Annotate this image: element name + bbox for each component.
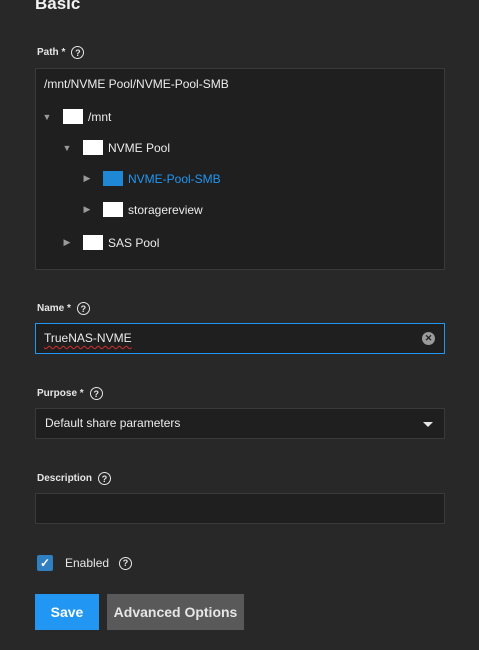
section-title: Basic <box>35 0 81 13</box>
purpose-help-icon[interactable]: ? <box>89 387 103 400</box>
enabled-row: ✓ Enabled ? <box>37 555 133 571</box>
smb-share-form: Basic Path * ? /mnt/NVME Pool/NVME-Pool-… <box>0 0 479 650</box>
folder-icon <box>63 109 83 124</box>
folder-icon <box>83 235 103 250</box>
path-input[interactable]: /mnt/NVME Pool/NVME-Pool-SMB <box>35 68 445 101</box>
checkmark-icon: ✓ <box>39 556 51 570</box>
tree-node-nvme-pool-smb[interactable]: ▶ NVME-Pool-SMB <box>81 171 221 186</box>
folder-icon <box>83 140 103 155</box>
expand-arrow-icon[interactable]: ▶ <box>81 173 93 184</box>
name-label-row: Name * ? <box>37 302 90 315</box>
name-input-value: TrueNAS-NVME <box>44 331 132 345</box>
purpose-label-row: Purpose * ? <box>37 387 103 400</box>
description-help-icon[interactable]: ? <box>98 472 112 485</box>
expand-arrow-icon[interactable]: ▼ <box>61 143 73 153</box>
name-input[interactable]: TrueNAS-NVME ✕ <box>35 323 445 354</box>
purpose-label: Purpose * <box>37 388 84 399</box>
tree-node-label: SAS Pool <box>108 235 160 250</box>
name-label: Name * <box>37 303 71 314</box>
tree-node-label: NVME Pool <box>108 140 171 155</box>
folder-icon <box>103 171 123 186</box>
enabled-label: Enabled <box>65 556 110 570</box>
description-label-row: Description ? <box>37 472 112 485</box>
expand-arrow-icon[interactable]: ▶ <box>81 204 93 215</box>
caret-down-icon <box>423 422 433 427</box>
advanced-options-button[interactable]: Advanced Options <box>107 594 244 630</box>
tree-node-sas-pool[interactable]: ▶ SAS Pool <box>61 235 159 250</box>
tree-node-label: NVME-Pool-SMB <box>128 171 221 186</box>
folder-icon <box>103 202 123 217</box>
tree-node-nvme-pool[interactable]: ▼ NVME Pool <box>61 140 170 155</box>
description-input[interactable] <box>35 493 445 524</box>
purpose-select-value: Default share parameters <box>45 416 181 430</box>
enabled-checkbox[interactable]: ✓ <box>37 555 53 571</box>
description-label: Description <box>37 473 93 484</box>
expand-arrow-icon[interactable]: ▼ <box>41 112 53 122</box>
save-button[interactable]: Save <box>35 594 99 630</box>
tree-node-mnt[interactable]: ▼ /mnt <box>41 109 111 124</box>
tree-node-label: /mnt <box>88 109 112 124</box>
tree-node-storagereview[interactable]: ▶ storagereview <box>81 202 203 217</box>
enabled-help-icon[interactable]: ? <box>119 556 133 570</box>
path-help-icon[interactable]: ? <box>71 46 85 59</box>
expand-arrow-icon[interactable]: ▶ <box>61 237 73 248</box>
tree-node-label: storagereview <box>128 202 203 217</box>
path-label: Path * <box>37 47 66 58</box>
purpose-select[interactable]: Default share parameters <box>35 408 445 439</box>
path-label-row: Path * ? <box>37 46 85 59</box>
name-help-icon[interactable]: ? <box>76 302 90 315</box>
clear-icon[interactable]: ✕ <box>422 332 435 345</box>
path-tree: ▼ /mnt ▼ NVME Pool ▶ NVME-Pool-SMB ▶ sto… <box>35 100 445 270</box>
